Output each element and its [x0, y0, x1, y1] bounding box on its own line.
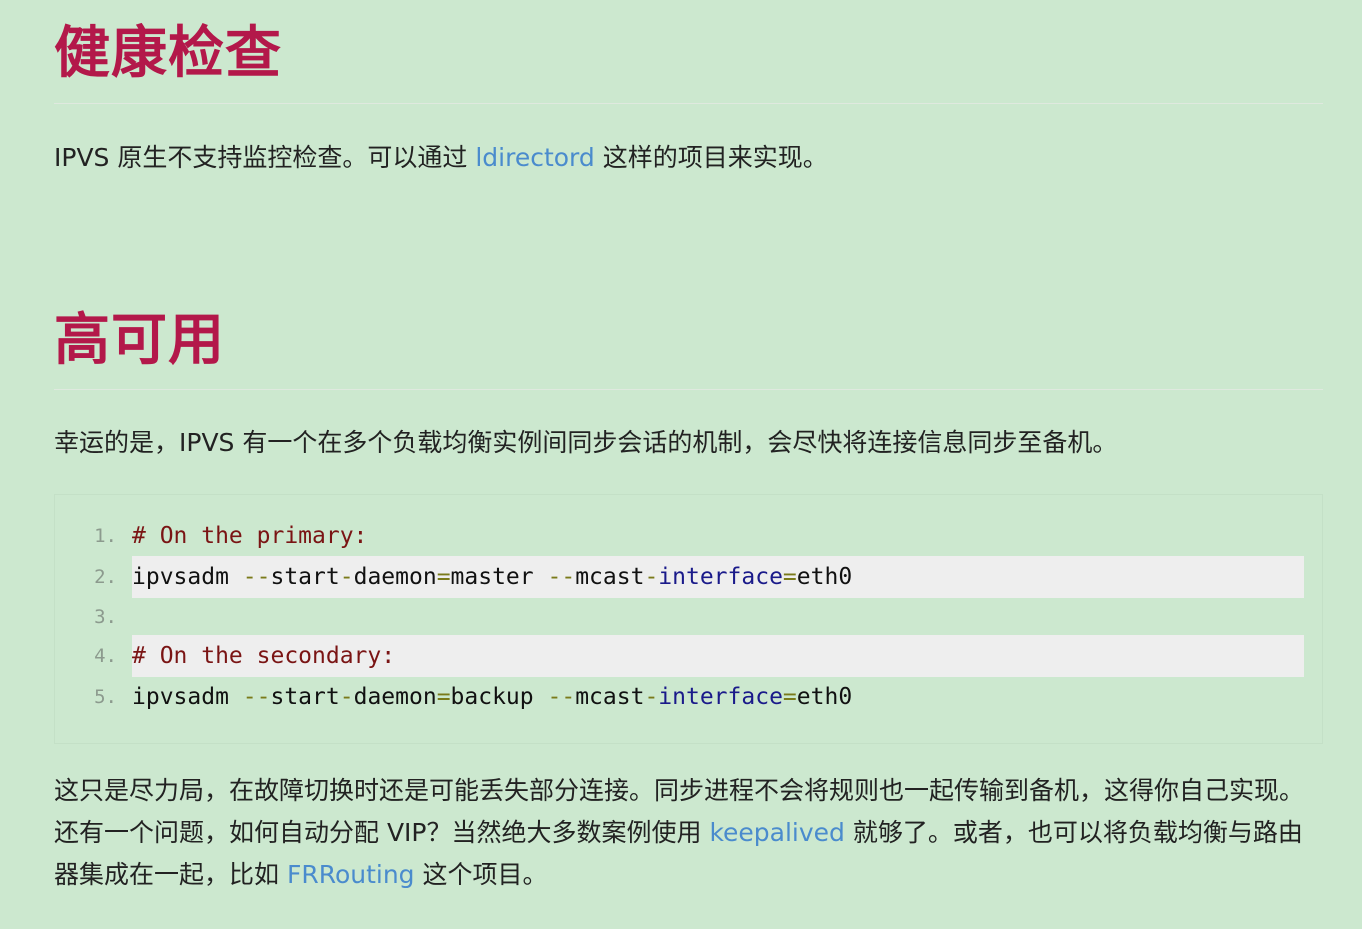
- code-line: 4. # On the secondary:: [55, 635, 1324, 677]
- line-number: 1.: [94, 525, 117, 547]
- code-token: =: [436, 564, 451, 590]
- code-line: 1. # On the primary:: [55, 515, 1324, 557]
- code-line: 5. ipvsadm --start-daemon=backup --mcast-…: [55, 676, 1324, 718]
- paragraph-text: 这样的项目来实现。: [594, 143, 828, 172]
- health-check-paragraph: IPVS 原生不支持监控检查。可以通过 ldirectord 这样的项目来实现。: [54, 137, 1323, 179]
- line-number: 5.: [94, 686, 117, 708]
- high-availability-heading: 高可用: [54, 308, 225, 373]
- code-token: =: [782, 684, 797, 710]
- code-text: # On the secondary:: [132, 635, 395, 677]
- high-availability-intro: 幸运的是，IPVS 有一个在多个负载均衡实例间同步会话的机制，会尽快将连接信息同…: [54, 428, 1118, 457]
- code-token: start: [270, 564, 340, 590]
- code-token: mcast: [575, 564, 645, 590]
- code-token: # On the secondary:: [132, 643, 396, 669]
- frrouting-link[interactable]: FRRouting: [287, 860, 415, 889]
- code-token: daemon: [353, 684, 437, 710]
- keepalived-link[interactable]: keepalived: [709, 818, 844, 847]
- code-token: interface: [658, 564, 783, 590]
- paragraph-text: IPVS 原生不支持监控检查。可以通过: [54, 143, 476, 172]
- code-token: -: [644, 684, 659, 710]
- code-text: ipvsadm --start-daemon=master --mcast-in…: [132, 556, 852, 598]
- high-availability-outro: 这只是尽力局，在故障切换时还是可能丢失部分连接。同步进程不会将规则也一起传输到备…: [54, 770, 1323, 896]
- code-token: mcast: [575, 684, 645, 710]
- code-token: # On the primary:: [132, 523, 368, 549]
- heading-divider: [54, 389, 1323, 390]
- code-token: daemon: [353, 564, 437, 590]
- code-token: -: [644, 564, 659, 590]
- health-check-heading: 健康检查: [54, 21, 282, 86]
- code-token: eth0: [796, 564, 853, 590]
- code-token: master: [450, 564, 548, 590]
- code-token: ipvsadm: [132, 564, 243, 590]
- code-token: --: [547, 684, 576, 710]
- code-token: ipvsadm: [132, 684, 243, 710]
- code-block: 1. # On the primary: 2. ipvsadm --start-dae…: [54, 494, 1323, 744]
- code-token: start: [270, 684, 340, 710]
- code-text: # On the primary:: [132, 515, 367, 557]
- code-line: 2. ipvsadm --start-daemon=master --mcast-…: [55, 556, 1324, 598]
- code-token: =: [782, 564, 797, 590]
- code-token: -: [339, 564, 354, 590]
- line-number: 3.: [94, 606, 117, 628]
- paragraph-text: 这个项目。: [414, 860, 548, 889]
- code-line: 3.: [55, 596, 1324, 638]
- line-number: 2.: [94, 566, 117, 588]
- code-token: interface: [658, 684, 783, 710]
- code-token: eth0: [796, 684, 853, 710]
- code-token: -: [339, 684, 354, 710]
- code-token: --: [242, 564, 271, 590]
- heading-divider: [54, 103, 1323, 104]
- code-token: --: [242, 684, 271, 710]
- code-token: --: [547, 564, 576, 590]
- code-text: ipvsadm --start-daemon=backup --mcast-in…: [132, 676, 852, 718]
- code-token: =: [436, 684, 451, 710]
- ldirectord-link[interactable]: ldirectord: [475, 143, 594, 172]
- code-token: backup: [450, 684, 548, 710]
- line-number: 4.: [94, 645, 117, 667]
